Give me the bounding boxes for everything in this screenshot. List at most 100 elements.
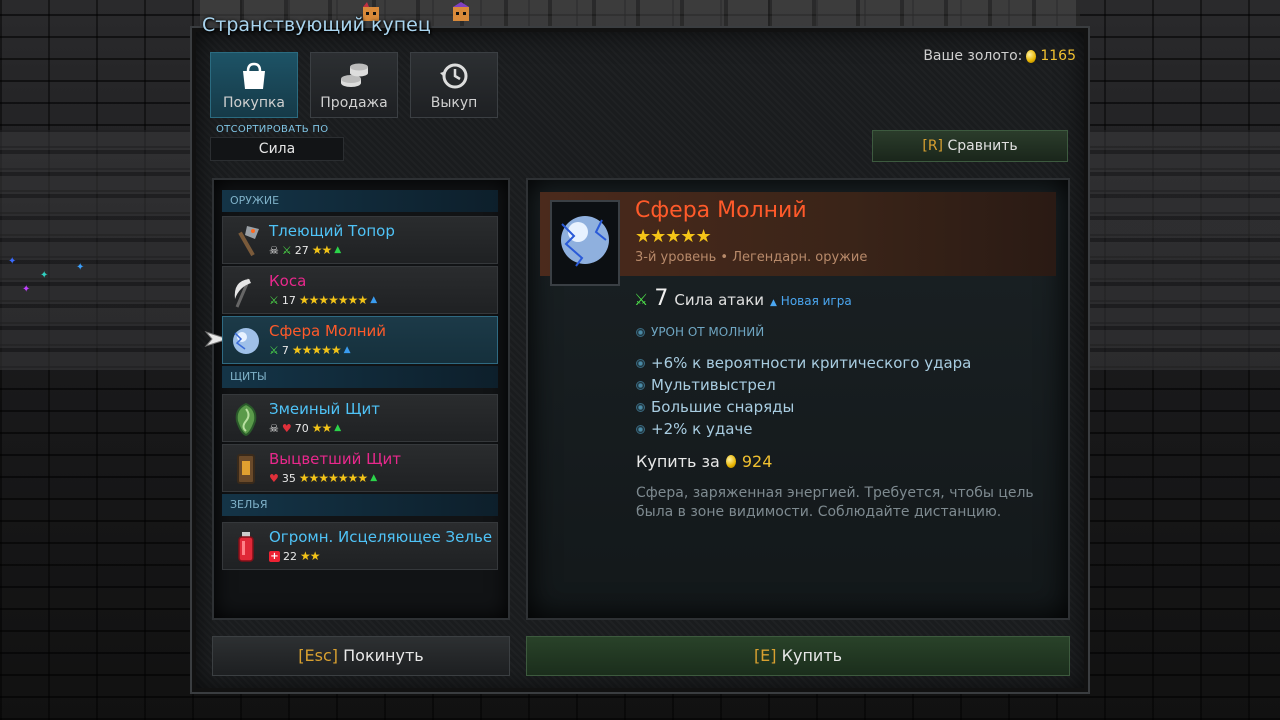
item-stars: ★★ <box>311 421 332 435</box>
coin-stack-icon <box>341 63 368 87</box>
scythe-icon <box>234 278 251 308</box>
axe-icon <box>238 226 259 257</box>
attack-value: 7 <box>654 286 669 311</box>
item-stat: 7 <box>281 343 289 357</box>
attribute-row: Большие снаряды <box>636 398 971 420</box>
tab-sell-label: Продажа <box>320 95 388 111</box>
item-name: Сфера Молний <box>269 322 387 340</box>
new-game-label: Новая игра <box>780 294 852 308</box>
upgrade-arrow-icon: ▲ <box>334 423 342 433</box>
item-stars: ★★ <box>300 549 320 563</box>
category-potions: ЗЕЛЬЯ <box>222 494 498 516</box>
window-title: Странствующий купец <box>202 14 431 36</box>
tab-buyback[interactable]: Выкуп <box>410 52 498 118</box>
list-item-selected[interactable]: Сфера Молний ⚔ 7 ★★★★★ ▲ <box>222 316 498 364</box>
item-name: Коса <box>269 272 307 290</box>
item-stars: ★★★★★ <box>291 343 342 357</box>
item-stats: + 22 ★★ <box>269 549 320 563</box>
new-game-badge: ▲ Новая игра <box>770 294 852 308</box>
tab-sell[interactable]: Продажа <box>310 52 398 118</box>
lightning-orb-icon <box>561 216 609 267</box>
compare-label: Сравнить <box>947 138 1018 154</box>
sort-selector[interactable]: ОТСОРТИРОВАТЬ ПО Сила <box>210 124 344 162</box>
buy-button[interactable]: [E] Купить <box>526 636 1070 676</box>
bullet-icon <box>636 359 645 368</box>
health-plus-icon: + <box>269 550 280 562</box>
item-stat: 27 <box>294 243 309 257</box>
item-detail-subtitle: 3-й уровень • Легендарн. оружие <box>635 250 868 265</box>
sparkle-icon: ✦ <box>76 262 85 273</box>
category-weapons: ОРУЖИЕ <box>222 190 498 212</box>
item-stat: 17 <box>281 293 296 307</box>
item-stats: ♥ 35 ★★★★★★★ ▲ <box>269 471 377 485</box>
list-item[interactable]: Коса ⚔ 17 ★★★★★★★ ▲ <box>222 266 498 314</box>
gold-amount: 1165 <box>1040 48 1076 64</box>
list-item[interactable]: Выцветший Щит ♥ 35 ★★★★★★★ ▲ <box>222 444 498 492</box>
attribute-row: +6% к вероятности критического удара <box>636 354 971 376</box>
tab-buy[interactable]: Покупка <box>210 52 298 118</box>
item-stats: ⚔ 7 ★★★★★ ▲ <box>269 343 351 357</box>
tab-buy-label: Покупка <box>222 95 286 111</box>
list-item[interactable]: Змеиный Щит ☠ ♥ 70 ★★ ▲ <box>222 394 498 442</box>
sword-icon: ⚔ <box>269 343 279 357</box>
item-name: Выцветший Щит <box>269 450 402 468</box>
item-detail-stars: ★★★★★ <box>635 226 712 247</box>
bullet-icon <box>636 425 645 434</box>
heart-icon: ♥ <box>281 421 292 435</box>
player-gold: Ваше золото: 1165 <box>923 48 1076 64</box>
item-price: Купить за 924 <box>636 452 772 471</box>
item-stats: ☠ ⚔ 27 ★★ ▲ <box>269 243 341 257</box>
item-stats: ☠ ♥ 70 ★★ ▲ <box>269 421 341 435</box>
upgrade-arrow-icon: ▲ <box>334 245 342 255</box>
item-name: Огромн. Исцеляющее Зелье <box>269 528 493 546</box>
upgrade-arrow-icon: ▲ <box>370 295 378 305</box>
item-stars: ★★★★★★★ <box>298 293 368 307</box>
leave-button[interactable]: [Esc] Покинуть <box>212 636 510 676</box>
faded-shield-icon <box>237 454 255 484</box>
attribute-row: Мультивыстрел <box>636 376 971 398</box>
list-item[interactable]: Тлеющий Топор ☠ ⚔ 27 ★★ ▲ <box>222 216 498 264</box>
sort-value[interactable]: Сила <box>210 137 344 161</box>
sparkle-icon: ✦ <box>40 270 49 281</box>
item-stat: 35 <box>281 471 296 485</box>
category-shields: ЩИТЫ <box>222 366 498 388</box>
upgrade-arrow-icon: ▲ <box>770 298 777 308</box>
item-name: Тлеющий Топор <box>269 222 395 240</box>
item-stars: ★★★★★★★ <box>298 471 368 485</box>
bullet-icon <box>636 328 645 337</box>
lightning-orb-icon <box>233 328 259 354</box>
bullet-icon <box>636 381 645 390</box>
attribute-text: +6% к вероятности критического удара <box>651 354 972 372</box>
sword-icon: ⚔ <box>634 290 649 309</box>
damage-type: УРОН ОТ МОЛНИЙ <box>636 325 764 339</box>
compare-key: [R] <box>922 138 944 154</box>
price-value: 924 <box>741 452 773 471</box>
tab-buyback-label: Выкуп <box>430 95 478 111</box>
sparkle-icon: ✦ <box>22 284 31 295</box>
item-stat: 22 <box>283 549 297 563</box>
attribute-text: Большие снаряды <box>651 398 795 416</box>
item-stars: ★★ <box>311 243 332 257</box>
wall-right-bricks <box>1080 130 1280 370</box>
damage-type-label: УРОН ОТ МОЛНИЙ <box>651 325 765 339</box>
list-item[interactable]: Огромн. Исцеляющее Зелье + 22 ★★ <box>222 522 498 570</box>
item-detail-image <box>550 200 620 286</box>
price-label: Купить за <box>636 452 720 471</box>
compare-button[interactable]: [R] Сравнить <box>872 130 1068 162</box>
health-potion-icon <box>238 532 254 562</box>
sword-icon: ⚔ <box>269 293 279 307</box>
item-name: Змеиный Щит <box>269 400 380 418</box>
buy-key: [E] <box>753 646 777 665</box>
attribute-text: +2% к удаче <box>651 420 753 438</box>
shopping-bag-icon <box>243 62 265 89</box>
upgrade-arrow-icon: ▲ <box>343 345 351 355</box>
item-stats: ⚔ 17 ★★★★★★★ ▲ <box>269 293 377 307</box>
item-detail-name: Сфера Молний <box>635 198 807 223</box>
attack-stat: ⚔ 7 Сила атаки ▲ Новая игра <box>634 286 852 311</box>
gold-coin-icon <box>1026 49 1037 63</box>
attack-label: Сила атаки <box>674 291 765 309</box>
sort-label: ОТСОРТИРОВАТЬ ПО <box>216 124 329 135</box>
pet-head-icon <box>453 2 469 21</box>
attribute-row: +2% к удаче <box>636 420 971 442</box>
skull-icon: ☠ <box>269 421 279 435</box>
